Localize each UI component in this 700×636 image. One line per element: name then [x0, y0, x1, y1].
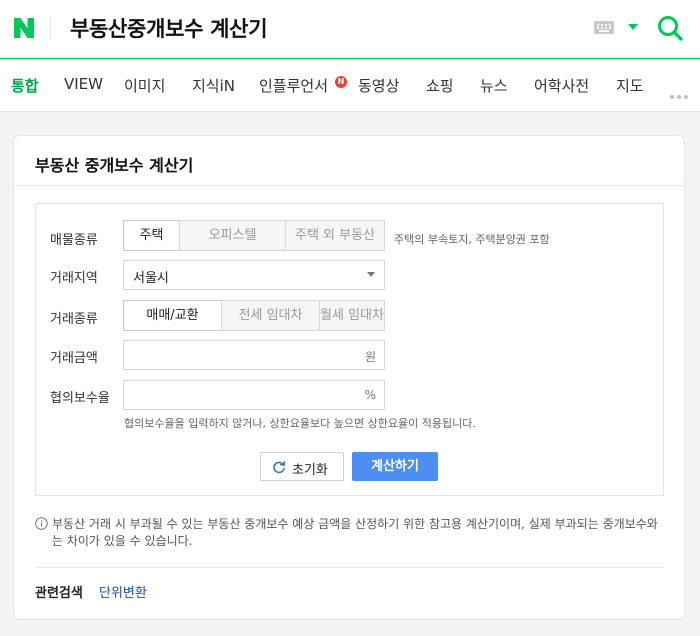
- search-icon[interactable]: [656, 14, 684, 42]
- amount-field[interactable]: 원: [123, 340, 385, 370]
- property-type-officetel[interactable]: 오피스텔: [179, 220, 286, 251]
- reset-button[interactable]: 초기화: [260, 452, 344, 481]
- rate-label: 협의보수율: [50, 391, 110, 406]
- related-search-link[interactable]: 단위변환: [99, 582, 147, 601]
- tab-dictionary[interactable]: 어학사전: [534, 75, 589, 96]
- property-type-other[interactable]: 주택 외 부동산: [285, 220, 385, 251]
- reset-label: 초기화: [292, 463, 328, 478]
- search-header: 부동산중개보수 계산기: [0, 0, 700, 58]
- property-type-label: 매물종류: [50, 233, 98, 248]
- divider: [35, 567, 664, 568]
- deal-type-label: 거래종류: [50, 312, 98, 327]
- region-label: 거래지역: [50, 271, 98, 286]
- refresh-icon: [273, 461, 286, 474]
- calculator-card: 부동산 중개보수 계산기 매물종류 주택 오피스텔 주택 외 부동산 주택의 부…: [13, 135, 685, 620]
- tab-knowledge-in[interactable]: 지식iN: [192, 75, 235, 96]
- tab-video[interactable]: 동영상: [358, 75, 399, 96]
- tab-news[interactable]: 뉴스: [480, 75, 508, 96]
- info-icon: [35, 517, 48, 530]
- deal-type-monthly[interactable]: 월세 임대차: [319, 300, 385, 331]
- new-badge: N: [335, 76, 347, 88]
- rate-hint: 협의보수율을 입력하지 않거나, 상한요율보다 높으면 상한요율이 적용됩니다.: [124, 417, 476, 430]
- divider: [14, 185, 684, 186]
- rate-field[interactable]: %: [123, 380, 385, 410]
- tab-map[interactable]: 지도: [616, 75, 644, 96]
- rate-input[interactable]: [124, 381, 354, 409]
- search-tabs: 통합 VIEW 이미지 지식iN 인플루언서 N 동영상 쇼핑 뉴스 어학사전 …: [0, 58, 700, 112]
- amount-input[interactable]: [124, 341, 354, 369]
- keyboard-icon[interactable]: [594, 21, 614, 34]
- region-value: 서울시: [133, 271, 169, 286]
- dropdown-caret-icon[interactable]: [628, 24, 638, 30]
- rate-unit: %: [364, 388, 376, 402]
- amount-unit: 원: [364, 350, 376, 364]
- tab-shopping[interactable]: 쇼핑: [426, 75, 454, 96]
- chevron-down-icon: [367, 272, 375, 277]
- region-select[interactable]: 서울시: [123, 260, 385, 290]
- tab-view[interactable]: VIEW: [64, 75, 103, 93]
- related-search-label: 관련검색: [35, 586, 83, 601]
- tab-influencer[interactable]: 인플루언서: [259, 75, 328, 96]
- tab-images[interactable]: 이미지: [124, 75, 165, 96]
- tab-integrated[interactable]: 통합: [11, 75, 39, 96]
- property-type-hint: 주택의 부속토지, 주택분양권 포함: [394, 233, 550, 246]
- more-icon[interactable]: [670, 84, 694, 99]
- deal-type-sale[interactable]: 매매/교환: [123, 300, 222, 331]
- calculator-form: 매물종류 주택 오피스텔 주택 외 부동산 주택의 부속토지, 주택분양권 포함…: [35, 203, 664, 496]
- amount-label: 거래금액: [50, 351, 98, 366]
- deal-type-jeonse[interactable]: 전세 임대차: [221, 300, 320, 331]
- property-type-house[interactable]: 주택: [123, 220, 180, 251]
- logo-separator: [50, 17, 51, 39]
- calculate-button[interactable]: 계산하기: [352, 452, 438, 481]
- page-title: 부동산중개보수 계산기: [70, 17, 268, 41]
- naver-logo-icon[interactable]: [12, 16, 36, 40]
- disclaimer-text: 부동산 거래 시 부과될 수 있는 부동산 중개보수 예상 금액을 산정하기 위…: [52, 517, 658, 548]
- calculator-title: 부동산 중개보수 계산기: [35, 156, 194, 175]
